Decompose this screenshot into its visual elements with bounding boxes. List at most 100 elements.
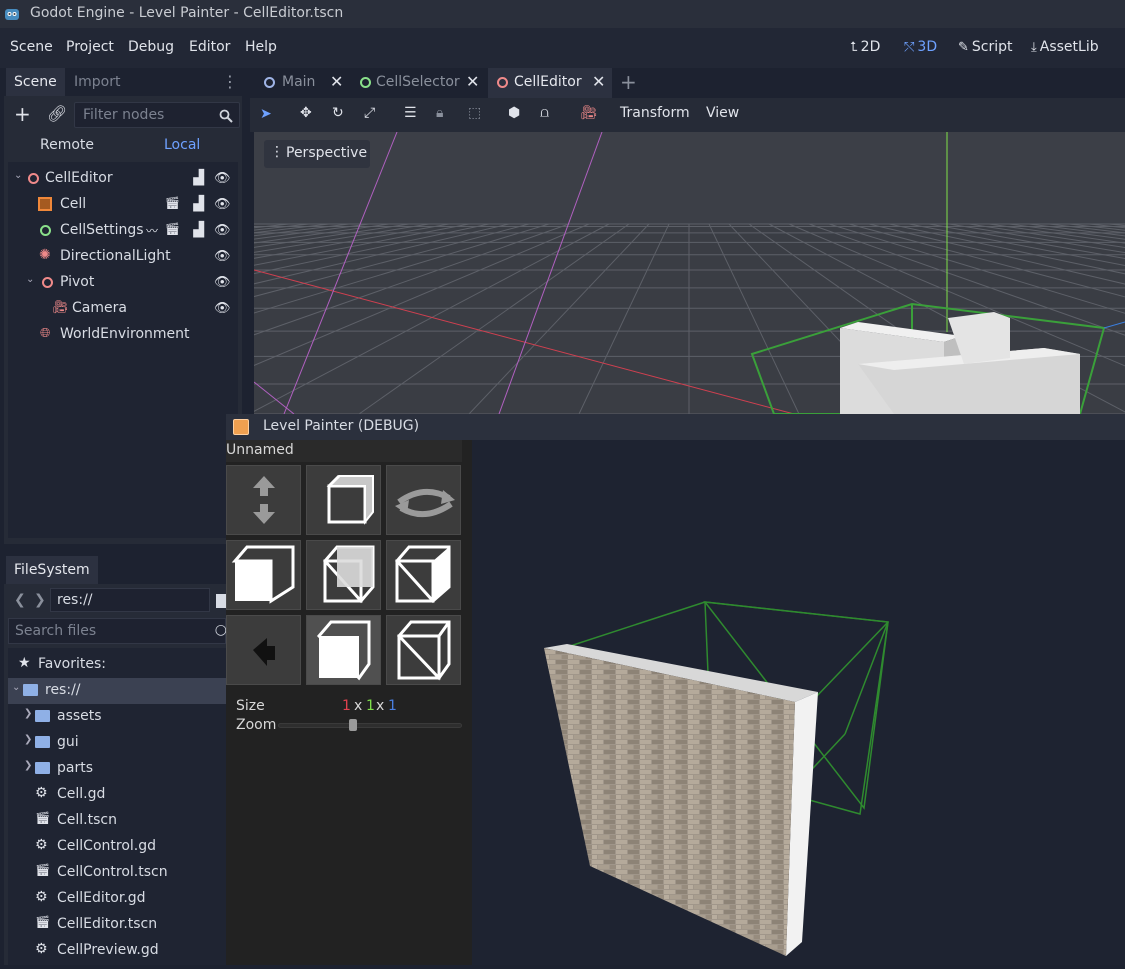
script-icon[interactable]: ▟ bbox=[193, 196, 204, 212]
filter-nodes-input[interactable]: Filter nodes bbox=[74, 102, 240, 128]
add-node-icon[interactable]: + bbox=[14, 104, 31, 124]
file-item[interactable]: ⚙ CellEditor.gd bbox=[8, 886, 226, 912]
cube-right-face-button[interactable] bbox=[386, 540, 461, 610]
file-item[interactable]: ❯ parts bbox=[8, 756, 226, 782]
link-icon[interactable]: 🔗︎ bbox=[47, 105, 67, 123]
file-item[interactable]: 🎬︎ Cell.tscn bbox=[8, 808, 226, 834]
transform-menu[interactable]: Transform bbox=[620, 105, 690, 121]
size-y-value[interactable]: 1 bbox=[366, 698, 375, 714]
remote-button[interactable]: Remote bbox=[40, 137, 94, 153]
eye-icon[interactable]: 👁︎ bbox=[214, 171, 231, 186]
rotate-button[interactable] bbox=[386, 465, 461, 535]
tab-import[interactable]: Import bbox=[66, 68, 128, 96]
cube-empty-button[interactable] bbox=[386, 615, 461, 685]
tab-cellselector[interactable]: CellSelector ✕ bbox=[350, 68, 484, 98]
tab-main[interactable]: Main ✕ bbox=[254, 68, 346, 98]
search-files-input[interactable]: Search files ○ bbox=[8, 618, 227, 644]
chevron-down-icon[interactable]: ⌄ bbox=[12, 682, 20, 693]
rotate-tool-icon[interactable]: ↻ bbox=[332, 105, 344, 121]
eye-icon[interactable]: 👁︎ bbox=[214, 301, 231, 316]
file-item[interactable]: ⚙ Cell.gd bbox=[8, 782, 226, 808]
chevron-down-icon[interactable]: ⌄ bbox=[14, 170, 22, 181]
instance-icon[interactable]: 🎬︎ bbox=[165, 196, 180, 210]
perspective-menu-button[interactable]: ⋮ Perspective bbox=[264, 140, 370, 168]
cube-back-face-button[interactable] bbox=[306, 540, 381, 610]
chevron-right-icon[interactable]: ❯ bbox=[24, 760, 32, 771]
close-icon[interactable]: ✕ bbox=[466, 72, 479, 91]
tree-item-camera[interactable]: 🎥︎ Camera 👁︎ bbox=[8, 296, 238, 322]
dock-menu-icon[interactable]: ⋮ bbox=[222, 72, 238, 91]
back-icon[interactable]: ❮ bbox=[14, 592, 26, 608]
file-item[interactable]: 🎬︎ CellEditor.tscn bbox=[8, 912, 226, 938]
select-tool-icon[interactable]: ➤ bbox=[260, 106, 272, 122]
path-field[interactable]: res:// bbox=[50, 588, 210, 612]
file-item[interactable]: ⚙ CellPreview.gd bbox=[8, 938, 226, 964]
level-painter-titlebar[interactable]: Level Painter (DEBUG) bbox=[226, 414, 1125, 440]
tab-celleditor[interactable]: CellEditor ✕ bbox=[488, 68, 612, 98]
chevron-right-icon[interactable]: ❯ bbox=[24, 734, 32, 745]
forward-icon[interactable]: ❯ bbox=[34, 592, 46, 608]
tree-item-pivot[interactable]: ⌄ Pivot 👁︎ bbox=[8, 270, 238, 296]
tab-filesystem[interactable]: FileSystem bbox=[6, 556, 98, 584]
list-select-icon[interactable]: ☰ bbox=[404, 105, 417, 121]
cell-preview[interactable] bbox=[472, 440, 1125, 965]
workspace-2d-button[interactable]: ⮤ 2D bbox=[850, 39, 880, 55]
eye-icon[interactable]: 👁︎ bbox=[214, 223, 231, 238]
camera-preview-icon[interactable]: 🎥︎ bbox=[580, 105, 598, 121]
back-arrow-button[interactable] bbox=[226, 615, 301, 685]
size-z-value[interactable]: 1 bbox=[388, 698, 397, 714]
file-item[interactable]: 🎬︎ CellControl.tscn bbox=[8, 860, 226, 886]
eye-icon[interactable]: 👁︎ bbox=[214, 275, 231, 290]
file-item[interactable]: ❯ gui bbox=[8, 730, 226, 756]
file-item[interactable]: ❯ assets bbox=[8, 704, 226, 730]
menu-project[interactable]: Project bbox=[66, 39, 114, 55]
tab-scene[interactable]: Scene bbox=[6, 68, 65, 96]
tree-item-cell[interactable]: Cell 🎬︎ ▟ 👁︎ bbox=[8, 192, 238, 218]
cube-front-face-button[interactable] bbox=[306, 615, 381, 685]
chevron-down-icon[interactable]: ⌄ bbox=[26, 274, 34, 285]
move-updown-button[interactable] bbox=[226, 465, 301, 535]
viewport-3d[interactable]: ⋮ Perspective bbox=[254, 132, 1125, 414]
snap-icon[interactable]: ⩍ bbox=[540, 105, 549, 121]
tree-item-celleditor[interactable]: ⌄ CellEditor ▟ 👁︎ bbox=[8, 166, 238, 192]
cell-name-field[interactable]: Unnamed bbox=[226, 440, 462, 462]
close-icon[interactable]: ✕ bbox=[592, 72, 605, 91]
cube-top-face-button[interactable] bbox=[306, 465, 381, 535]
menu-debug[interactable]: Debug bbox=[128, 39, 174, 55]
local-button[interactable]: Local bbox=[164, 137, 200, 153]
tree-item-cellsettings[interactable]: CellSettings 〰 🎬︎ ▟ 👁︎ bbox=[8, 218, 238, 244]
lock-icon[interactable]: 🔒︎ bbox=[436, 105, 443, 121]
menu-scene[interactable]: Scene bbox=[10, 39, 53, 55]
workspace-3d-button[interactable]: ⤲ 3D bbox=[904, 39, 937, 55]
scale-tool-icon[interactable]: ⤢ bbox=[364, 105, 375, 121]
signal-icon[interactable]: 〰 bbox=[146, 222, 158, 239]
camera-icon: 🎥︎ bbox=[52, 300, 69, 315]
menu-help[interactable]: Help bbox=[245, 39, 277, 55]
group-icon[interactable]: ⬚ bbox=[468, 105, 481, 121]
tree-item-directionallight[interactable]: ✺ DirectionalLight 👁︎ bbox=[8, 244, 238, 270]
local-space-icon[interactable]: ⬢ bbox=[508, 105, 520, 121]
close-icon[interactable]: ✕ bbox=[330, 72, 343, 91]
zoom-slider-grabber[interactable] bbox=[348, 719, 357, 731]
split-mode-icon[interactable] bbox=[216, 594, 226, 608]
chevron-right-icon[interactable]: ❯ bbox=[24, 708, 32, 719]
tree-item-res-root[interactable]: ⌄ res:// bbox=[8, 678, 226, 704]
cube-left-face-button[interactable] bbox=[226, 540, 301, 610]
menu-editor[interactable]: Editor bbox=[189, 39, 230, 55]
workspace-assetlib-button[interactable]: ⤓ AssetLib bbox=[1031, 39, 1099, 55]
eye-icon[interactable]: 👁︎ bbox=[214, 197, 231, 212]
script-icon[interactable]: ▟ bbox=[193, 170, 204, 186]
view-menu[interactable]: View bbox=[706, 105, 739, 121]
workspace-script-button[interactable]: ✎ Script bbox=[958, 39, 1013, 55]
favorites-row[interactable]: ★ Favorites: bbox=[8, 652, 226, 678]
move-tool-icon[interactable]: ✥ bbox=[300, 105, 312, 121]
zoom-slider[interactable] bbox=[278, 719, 462, 731]
script-icon[interactable]: ▟ bbox=[193, 222, 204, 238]
eye-icon[interactable]: 👁︎ bbox=[214, 249, 231, 264]
size-separator: x bbox=[376, 698, 385, 714]
tree-item-worldenvironment[interactable]: 🌐︎ WorldEnvironment bbox=[8, 322, 238, 348]
instance-icon[interactable]: 🎬︎ bbox=[165, 222, 180, 236]
file-item[interactable]: ⚙ CellControl.gd bbox=[8, 834, 226, 860]
new-tab-icon[interactable]: + bbox=[620, 70, 637, 94]
size-x-value[interactable]: 1 bbox=[342, 698, 351, 714]
